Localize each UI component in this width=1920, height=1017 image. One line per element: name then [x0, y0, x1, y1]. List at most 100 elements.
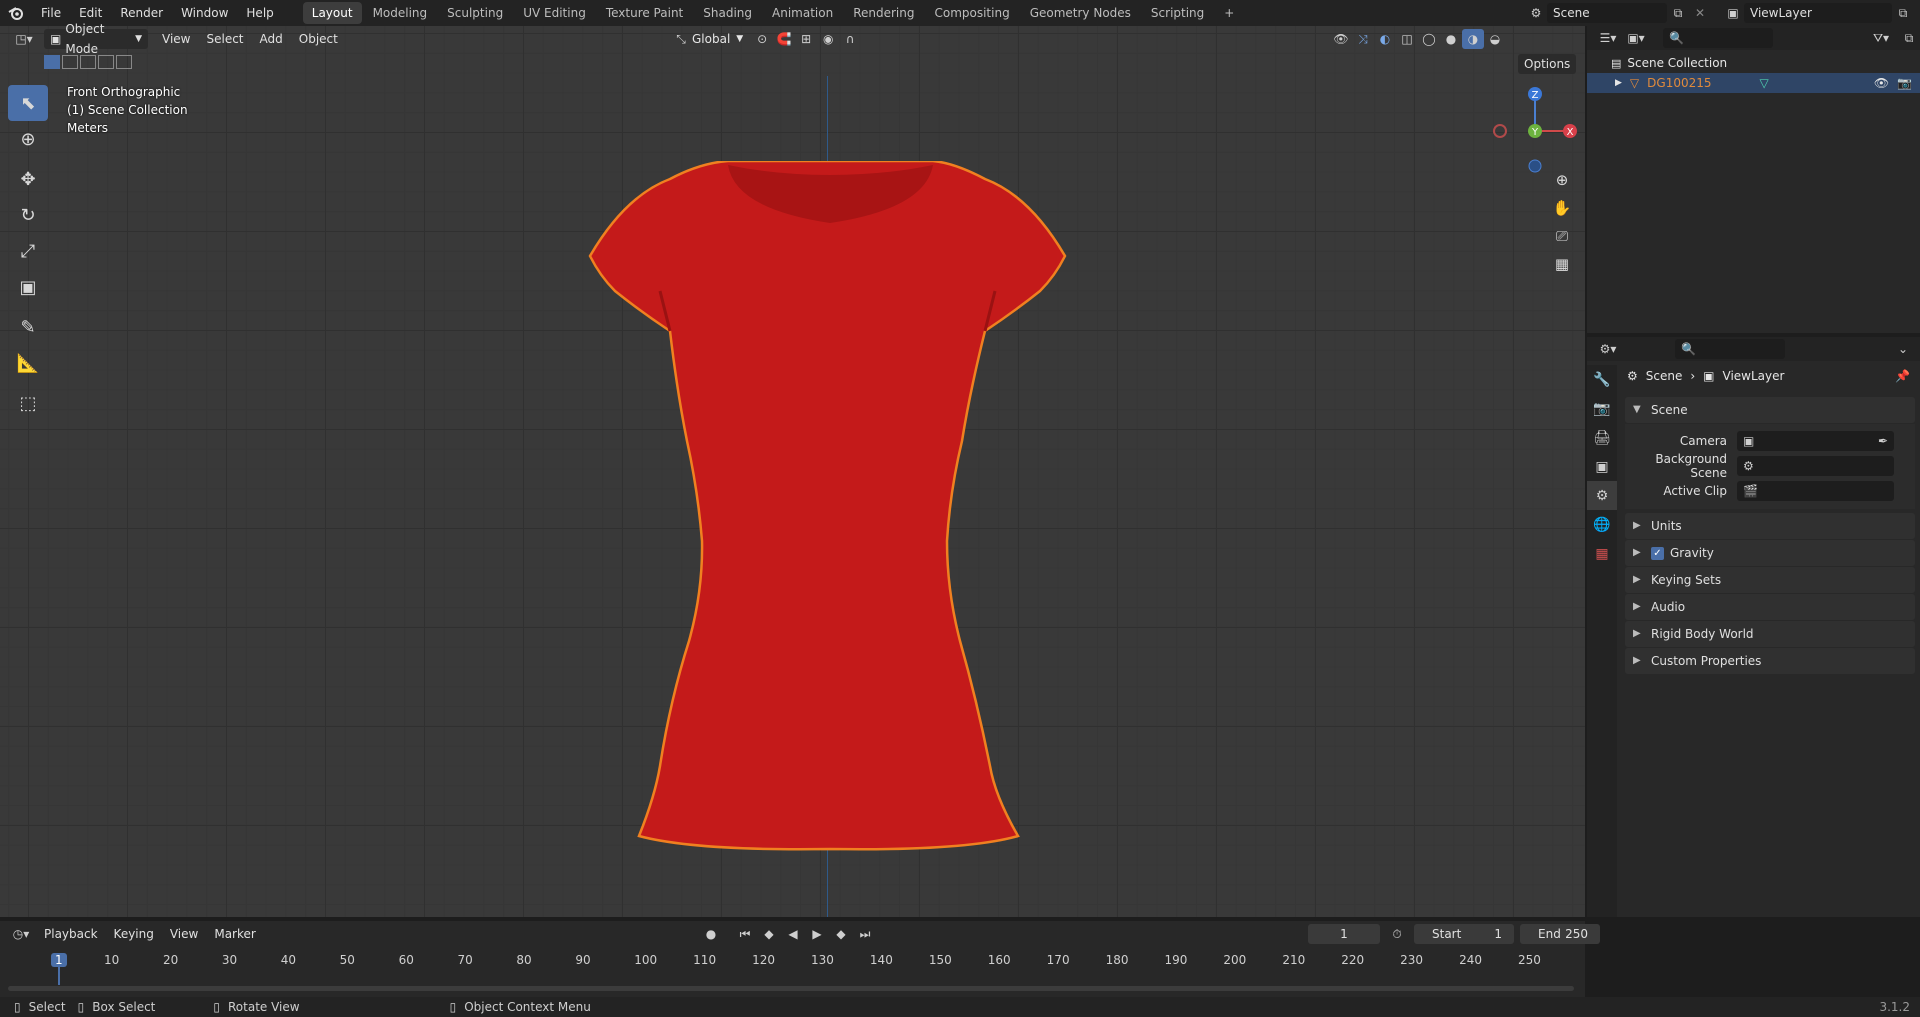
falloff-icon[interactable]: ∩: [839, 29, 861, 49]
outliner-editor-icon[interactable]: ☰▾: [1597, 28, 1619, 48]
snap-target-icon[interactable]: ⊞: [795, 29, 817, 49]
subpanel-keying-sets[interactable]: ▶ Keying Sets: [1625, 567, 1915, 593]
annotate-tool-icon[interactable]: ✎: [8, 309, 48, 345]
record-icon[interactable]: ●: [700, 924, 722, 944]
tab-texture-paint[interactable]: Texture Paint: [597, 2, 692, 24]
scene-field[interactable]: Scene: [1547, 3, 1667, 23]
tab-shading[interactable]: Shading: [694, 2, 761, 24]
gravity-checkbox[interactable]: ✓: [1651, 547, 1664, 560]
tab-scripting[interactable]: Scripting: [1142, 2, 1213, 24]
tab-layout[interactable]: Layout: [302, 2, 362, 24]
start-frame-field[interactable]: Start 1: [1414, 924, 1514, 944]
timeline-menu-keying[interactable]: Keying: [106, 921, 162, 947]
subpanel-gravity[interactable]: ▶ ✓ Gravity: [1625, 540, 1915, 566]
select-extend-icon[interactable]: [62, 55, 78, 69]
jump-start-icon[interactable]: ⏮: [734, 924, 756, 944]
subpanel-units[interactable]: ▶ Units: [1625, 513, 1915, 539]
pivot-icon[interactable]: ⊙: [751, 29, 773, 49]
select-intersect-icon[interactable]: [116, 55, 132, 69]
tab-geometry-nodes[interactable]: Geometry Nodes: [1021, 2, 1140, 24]
subpanel-audio[interactable]: ▶ Audio: [1625, 594, 1915, 620]
overlay-toggle-icon[interactable]: ◐: [1374, 29, 1396, 49]
render-tab-icon[interactable]: 📷: [1587, 394, 1617, 423]
tab-compositing[interactable]: Compositing: [925, 2, 1018, 24]
chevron-down-icon[interactable]: ⌄: [1892, 339, 1914, 359]
viewport-menu-object[interactable]: Object: [291, 26, 346, 52]
copy-view-layer-icon[interactable]: ⧉: [1892, 3, 1914, 23]
playhead-line[interactable]: [58, 967, 60, 985]
select-invert-icon[interactable]: [98, 55, 114, 69]
rendered-shading-icon[interactable]: ◒: [1484, 29, 1506, 49]
outliner-search-input[interactable]: 🔍: [1663, 28, 1773, 48]
prev-keyframe-icon[interactable]: ◆: [758, 924, 780, 944]
add-cube-tool-icon[interactable]: ⬚: [8, 385, 48, 421]
select-subtract-icon[interactable]: [80, 55, 96, 69]
expand-arrow-icon[interactable]: ▶: [1615, 78, 1622, 88]
display-mode-icon[interactable]: ▣▾: [1625, 28, 1647, 48]
background-scene-field[interactable]: ⚙: [1737, 455, 1894, 476]
filter-icon[interactable]: ⛛▾: [1870, 28, 1892, 48]
visibility-icon[interactable]: 👁: [1330, 29, 1352, 49]
options-dropdown[interactable]: Options: [1518, 54, 1577, 74]
xray-icon[interactable]: ◫: [1396, 29, 1418, 49]
move-tool-icon[interactable]: ✥: [8, 161, 48, 197]
properties-search-input[interactable]: 🔍: [1675, 339, 1785, 359]
camera-view-icon[interactable]: ⎚: [1548, 222, 1576, 250]
pin-icon[interactable]: 📌: [1895, 369, 1910, 383]
tab-sculpting[interactable]: Sculpting: [438, 2, 512, 24]
gizmo-toggle-icon[interactable]: ⤨: [1352, 29, 1374, 49]
subpanel-custom-properties[interactable]: ▶ Custom Properties: [1625, 648, 1915, 674]
scene-collection-row[interactable]: ▤ Scene Collection: [1587, 53, 1920, 73]
frame-ruler[interactable]: 1 10 20 30 40 50 60 70 80 90 100 110 120 130 140 150 160…: [0, 947, 1585, 985]
active-clip-field[interactable]: 🎬: [1737, 480, 1894, 501]
3d-viewport[interactable]: Front Orthographic (1) Scene Collection …: [0, 26, 1585, 917]
editor-type-icon[interactable]: ◳▾: [10, 29, 38, 49]
end-frame-field[interactable]: End 250: [1520, 924, 1600, 944]
tshirt-mesh[interactable]: [585, 161, 1075, 861]
select-box-tool-icon[interactable]: ⬉: [8, 85, 48, 121]
subpanel-rigid-body-world[interactable]: ▶ Rigid Body World: [1625, 621, 1915, 647]
view-layer-field[interactable]: ViewLayer: [1744, 3, 1892, 23]
outliner-object-row[interactable]: ▶ ▽ DG100215 ▽ 👁 📷: [1587, 73, 1920, 93]
close-view-layer-icon[interactable]: ✕: [1914, 3, 1920, 23]
timeline-menu-marker[interactable]: Marker: [206, 921, 263, 947]
mode-dropdown[interactable]: ▣ Object Mode ▼: [44, 22, 148, 56]
timeline-scrollbar[interactable]: [8, 986, 1574, 991]
current-frame-field[interactable]: 1: [1308, 924, 1380, 944]
select-new-icon[interactable]: [44, 55, 60, 69]
viewport-menu-select[interactable]: Select: [198, 26, 251, 52]
viewport-menu-view[interactable]: View: [154, 26, 198, 52]
menu-window[interactable]: Window: [172, 0, 237, 26]
play-icon[interactable]: ▶: [806, 924, 828, 944]
measure-tool-icon[interactable]: 📐: [8, 345, 48, 381]
material-shading-icon[interactable]: ◑: [1462, 29, 1484, 49]
proportional-edit-icon[interactable]: ◉: [817, 29, 839, 49]
camera-field[interactable]: ▣ ✒: [1737, 430, 1894, 451]
tab-uv-editing[interactable]: UV Editing: [514, 2, 595, 24]
rotate-tool-icon[interactable]: ↻: [8, 197, 48, 233]
gizmo-neg-x-handle[interactable]: [1493, 124, 1507, 138]
render-camera-icon[interactable]: 📷: [1897, 76, 1912, 90]
tab-rendering[interactable]: Rendering: [844, 2, 923, 24]
view-layer-selector[interactable]: ▣ ViewLayer ⧉ ✕: [1722, 2, 1920, 24]
navigation-gizmo[interactable]: Z X Y: [1490, 86, 1580, 176]
close-scene-icon[interactable]: ✕: [1689, 3, 1711, 23]
tool-tab-icon[interactable]: 🔧: [1587, 365, 1617, 394]
orientation-dropdown[interactable]: Global: [692, 32, 730, 46]
wireframe-shading-icon[interactable]: ◯: [1418, 29, 1440, 49]
properties-editor-icon[interactable]: ⚙▾: [1597, 339, 1619, 359]
output-tab-icon[interactable]: 🖨: [1587, 423, 1617, 452]
texture-tab-icon[interactable]: ▦: [1587, 539, 1617, 568]
eye-visibility-icon[interactable]: 👁: [1874, 76, 1889, 90]
cursor-tool-icon[interactable]: ⊕: [8, 121, 48, 157]
scene-panel-header[interactable]: ▼ Scene: [1625, 397, 1915, 423]
pan-hand-icon[interactable]: ✋: [1548, 194, 1576, 222]
copy-scene-icon[interactable]: ⧉: [1667, 3, 1689, 23]
new-collection-icon[interactable]: ⧉: [1898, 28, 1920, 48]
scene-tab-icon[interactable]: ⚙: [1587, 481, 1617, 510]
eyedropper-icon[interactable]: ✒: [1878, 434, 1888, 448]
world-tab-icon[interactable]: 🌐: [1587, 510, 1617, 539]
scene-selector[interactable]: ⚙ Scene ⧉ ✕: [1525, 2, 1711, 24]
gizmo-neg-z-handle[interactable]: [1528, 159, 1542, 173]
jump-end-icon[interactable]: ⏭: [854, 924, 876, 944]
